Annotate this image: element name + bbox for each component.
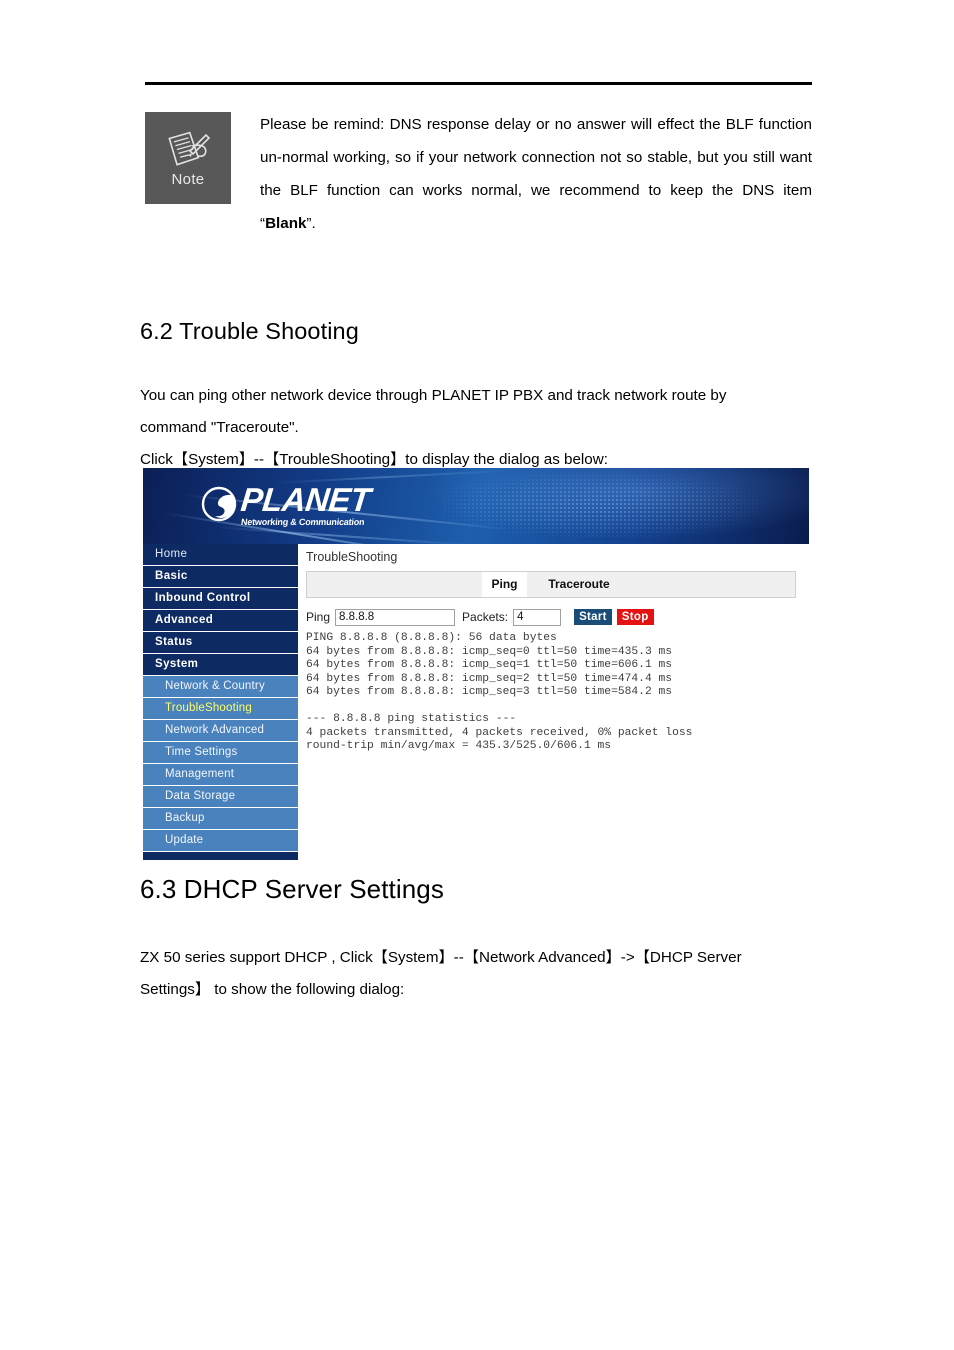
note-text-main: Please be remind: DNS response delay or …: [260, 116, 812, 232]
app-sidebar: Home Basic Inbound Control Advanced Stat…: [143, 544, 298, 860]
sidebar-item-network-and-country[interactable]: Network & Country: [143, 676, 298, 698]
sidebar-item-home[interactable]: Home: [143, 544, 298, 566]
planet-logo-name: PLANET: [239, 481, 372, 518]
start-button[interactable]: Start: [574, 609, 612, 625]
sidebar-item-inbound-control[interactable]: Inbound Control: [143, 588, 298, 610]
note-writing-hand-icon: [168, 131, 210, 166]
tab-ping[interactable]: Ping: [482, 572, 527, 597]
planet-banner: PLANET Networking & Communication: [143, 468, 809, 544]
para-6-2-line-2: command "Traceroute".: [140, 419, 299, 436]
banner-world-map-pattern: [443, 470, 809, 544]
sidebar-item-network-advanced[interactable]: Network Advanced: [143, 720, 298, 742]
stop-button[interactable]: Stop: [616, 609, 654, 625]
tab-bar: Ping Traceroute: [306, 571, 796, 598]
ping-host-input[interactable]: 8.8.8.8: [335, 608, 456, 626]
app-content-panel: TroubleShooting Ping Traceroute Ping 8.8…: [298, 544, 809, 838]
planet-logo-text: PLANET Networking & Communication: [239, 481, 372, 528]
planet-globe-icon: [201, 486, 237, 522]
note-icon-label: Note: [171, 170, 205, 188]
section-heading-6-3: 6.3 DHCP Server Settings: [140, 874, 444, 904]
sidebar-item-advanced[interactable]: Advanced: [143, 610, 298, 632]
section-heading-6-2: 6.2 Trouble Shooting: [140, 318, 359, 344]
ping-form-row: Ping 8.8.8.8 Packets: 4 Start Stop: [306, 608, 654, 626]
note-icon: Note: [145, 112, 231, 204]
packets-count-input[interactable]: 4: [513, 608, 562, 626]
sidebar-item-basic[interactable]: Basic: [143, 566, 298, 588]
sidebar-item-time-settings[interactable]: Time Settings: [143, 742, 298, 764]
planet-logo-tagline: Networking & Communication: [240, 517, 365, 527]
sidebar-item-management[interactable]: Management: [143, 764, 298, 786]
note-bold-word: Blank: [265, 215, 307, 232]
ping-label: Ping: [306, 610, 331, 624]
planet-logo: PLANET Networking & Communication: [201, 481, 372, 528]
header-rule: [145, 82, 812, 85]
para-6-3-line-1: ZX 50 series support DHCP , Click【System…: [140, 949, 742, 966]
sidebar-item-update[interactable]: Update: [143, 830, 298, 852]
sidebar-item-backup[interactable]: Backup: [143, 808, 298, 830]
ping-output-terminal: PING 8.8.8.8 (8.8.8.8): 56 data bytes 64…: [306, 632, 693, 752]
sidebar-item-system[interactable]: System: [143, 654, 298, 676]
para-6-2-line-1: You can ping other network device throug…: [140, 387, 727, 404]
panel-title: TroubleShooting: [306, 550, 398, 564]
note-text-tail: ”.: [306, 215, 316, 232]
section-6-3-paragraph: ZX 50 series support DHCP , Click【System…: [140, 942, 812, 1006]
tab-traceroute[interactable]: Traceroute: [540, 572, 618, 597]
para-6-3-line-2: Settings】 to show the following dialog:: [140, 981, 405, 998]
sidebar-item-troubleshooting[interactable]: TroubleShooting: [143, 698, 298, 720]
sidebar-item-data-storage[interactable]: Data Storage: [143, 786, 298, 808]
packets-label: Packets:: [462, 610, 509, 624]
document-page: Note Please be remind: DNS response dela…: [0, 0, 954, 1350]
note-paragraph: Please be remind: DNS response delay or …: [260, 108, 812, 240]
sidebar-footer-strip: [143, 852, 298, 860]
embedded-app-screenshot: PLANET Networking & Communication Home B…: [143, 468, 809, 860]
section-6-2-paragraph: You can ping other network device throug…: [140, 380, 812, 476]
sidebar-item-status[interactable]: Status: [143, 632, 298, 654]
